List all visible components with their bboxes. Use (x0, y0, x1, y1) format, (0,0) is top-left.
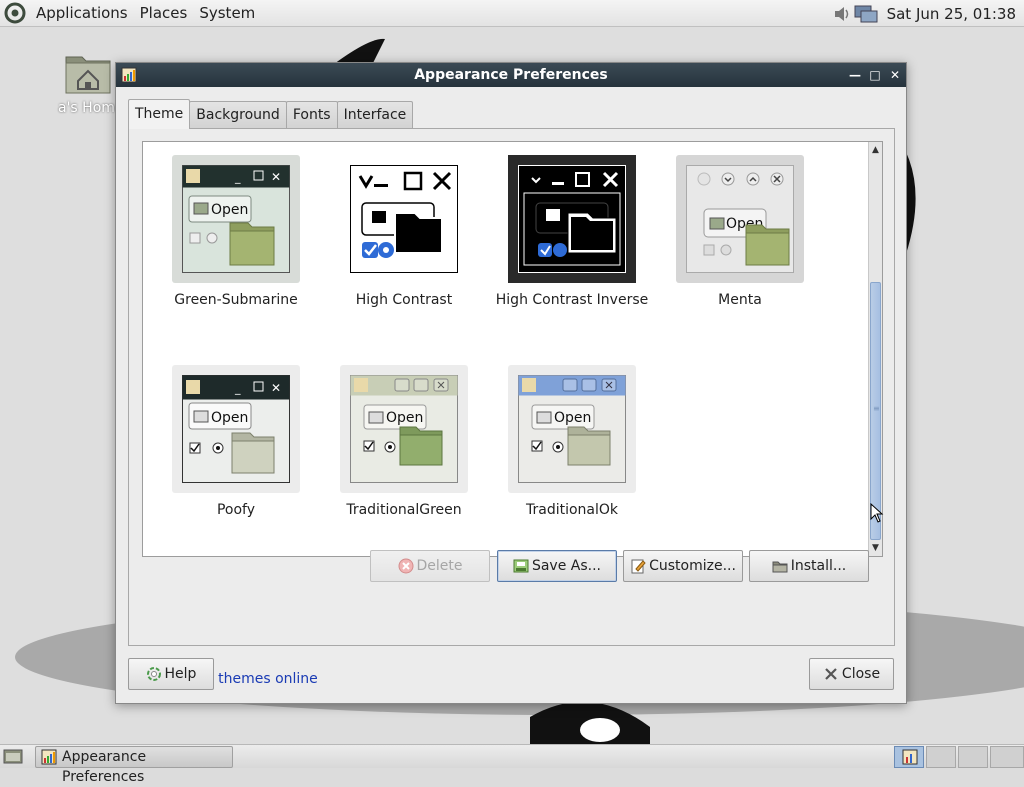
bottom-panel: Appearance Preferences (0, 744, 1024, 785)
theme-name: TraditionalOk (525, 502, 619, 518)
svg-text:_: _ (234, 171, 241, 184)
workspace-1[interactable] (894, 746, 924, 768)
theme-preview (518, 165, 626, 273)
preview-open-label: Open (211, 410, 248, 426)
help-button[interactable]: Help (128, 658, 214, 690)
scrollbar-thumb[interactable]: ≡ (870, 282, 881, 540)
theme-item-poofy[interactable]: _ ✕ Open Poofy (156, 365, 316, 520)
window-close-icon[interactable]: ✕ (888, 68, 902, 82)
tab-interface[interactable]: Interface (336, 101, 414, 129)
menu-places[interactable]: Places (134, 0, 194, 27)
svg-text:✕: ✕ (271, 170, 281, 184)
volume-icon[interactable] (831, 3, 853, 25)
delete-button[interactable]: Delete (370, 550, 490, 582)
preview-open-label: Open (211, 202, 248, 218)
theme-item-high-contrast[interactable]: High Contrast (324, 155, 484, 310)
theme-preview: _ ✕ Open (182, 375, 290, 483)
theme-list[interactable]: _ ✕ Open Green-Submarine High Contrast H… (142, 141, 883, 557)
workspace-3[interactable] (958, 746, 988, 768)
save-as-label: Save As... (531, 558, 602, 574)
mouse-pointer-icon (870, 503, 884, 523)
scroll-up-arrow-icon[interactable]: ▲ (869, 142, 882, 158)
preview-open-label: Open (386, 410, 423, 426)
theme-preview: Open (686, 165, 794, 273)
theme-preview: _ ✕ Open (182, 165, 290, 273)
network-icon[interactable] (853, 3, 879, 25)
close-button[interactable]: Close (809, 658, 894, 690)
theme-thumbnail: Open (676, 155, 804, 283)
window-title: Appearance Preferences (414, 67, 608, 83)
scroll-grip-icon: ≡ (873, 404, 880, 413)
preview-open-label: Open (554, 410, 591, 426)
close-icon (825, 668, 837, 680)
clock[interactable]: Sat Jun 25, 01:38 (879, 5, 1024, 23)
show-desktop-icon[interactable] (3, 748, 23, 766)
theme-preview: Open (518, 375, 626, 483)
customize-button[interactable]: Customize... (623, 550, 743, 582)
tab-fonts[interactable]: Fonts (285, 101, 338, 129)
maximize-icon[interactable]: □ (868, 68, 882, 82)
theme-item-menta[interactable]: Open Menta (660, 155, 820, 310)
appearance-app-icon (902, 749, 918, 765)
system-tray: Sat Jun 25, 01:38 (831, 0, 1024, 27)
theme-preview (350, 165, 458, 273)
theme-thumbnail: _ ✕ Open (172, 155, 300, 283)
appearance-app-icon (121, 67, 137, 83)
main-menubar: Applications Places System (30, 0, 261, 27)
theme-name: Poofy (216, 502, 256, 518)
workspace-4[interactable] (990, 746, 1024, 768)
svg-text:_: _ (234, 382, 241, 395)
theme-name: Green-Submarine (174, 292, 298, 308)
theme-item-high-contrast-inverse[interactable]: High Contrast Inverse (492, 155, 652, 310)
theme-thumbnail (508, 155, 636, 283)
theme-thumbnail: Open (508, 365, 636, 493)
appearance-app-icon (41, 749, 57, 765)
help-icon (146, 667, 161, 681)
customize-icon (631, 559, 646, 574)
theme-item-traditionalok[interactable]: Open TraditionalOk (492, 365, 652, 520)
top-panel: Applications Places System Sat Jun 25, 0… (0, 0, 1024, 27)
install-button[interactable]: Install... (749, 550, 869, 582)
tab-theme[interactable]: Theme (128, 99, 191, 129)
theme-item-traditionalgreen[interactable]: Open TraditionalGreen (324, 365, 484, 520)
customize-label: Customize... (649, 558, 736, 574)
theme-name: High Contrast Inverse (495, 292, 649, 308)
help-label: Help (164, 666, 197, 682)
taskbar-item-label: Appearance Preferences (62, 749, 147, 785)
svg-text:✕: ✕ (271, 381, 281, 395)
theme-item-green-submarine[interactable]: _ ✕ Open Green-Submarine (156, 155, 316, 310)
window-titlebar[interactable]: Appearance Preferences — □ ✕ (116, 63, 906, 87)
main-menu-icon[interactable] (4, 2, 26, 24)
install-icon (772, 561, 788, 573)
theme-name: Menta (718, 292, 762, 308)
install-label: Install... (790, 558, 847, 574)
theme-tab-page: _ ✕ Open Green-Submarine High Contrast H… (128, 128, 895, 687)
appearance-preferences-window: Appearance Preferences — □ ✕ Theme Backg… (115, 62, 907, 704)
scroll-down-arrow-icon[interactable]: ▼ (869, 540, 882, 556)
home-folder-label[interactable]: a's Home (58, 100, 124, 116)
workspace-2[interactable] (926, 746, 956, 768)
delete-label: Delete (416, 558, 463, 574)
theme-thumbnail: Open (340, 365, 468, 493)
theme-name: TraditionalGreen (346, 502, 462, 518)
theme-name: High Contrast (355, 292, 453, 308)
taskbar-item-appearance-preferences[interactable]: Appearance Preferences (35, 746, 233, 785)
close-label: Close (841, 666, 881, 682)
theme-preview: Open (350, 375, 458, 483)
tab-bar: Theme Background Fonts Interface (128, 99, 414, 129)
save-as-button[interactable]: Save As... (497, 550, 617, 582)
minimize-icon[interactable]: — (848, 68, 862, 82)
save-as-icon (513, 559, 529, 573)
menu-system[interactable]: System (193, 0, 261, 27)
theme-thumbnail: _ ✕ Open (172, 365, 300, 493)
home-folder-icon[interactable] (64, 51, 112, 95)
tab-background[interactable]: Background (189, 101, 287, 129)
delete-icon (398, 558, 413, 574)
menu-applications[interactable]: Applications (30, 0, 134, 27)
theme-list-scrollbar[interactable]: ▲ ≡ ▼ (868, 142, 882, 556)
theme-thumbnail (340, 155, 468, 283)
